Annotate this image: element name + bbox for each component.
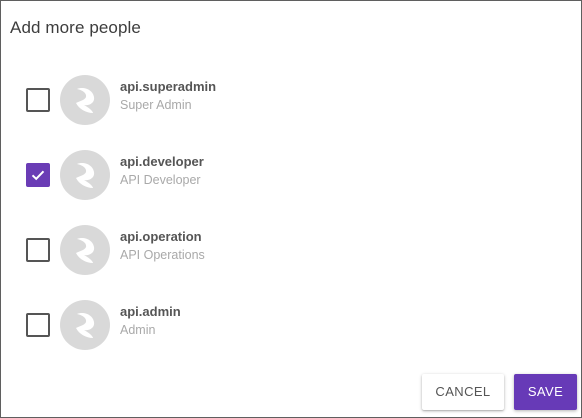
user-avatar-icon (76, 237, 95, 263)
user-avatar-icon (76, 162, 95, 188)
person-row-developer[interactable]: api.developer API Developer (1, 136, 581, 211)
checkbox-developer[interactable] (26, 163, 50, 187)
user-avatar-icon (76, 87, 95, 113)
check-icon (31, 170, 45, 181)
person-role: Super Admin (120, 98, 192, 112)
checkbox-operation[interactable] (26, 238, 50, 262)
user-avatar-icon (76, 312, 95, 338)
avatar (60, 75, 110, 125)
checkbox-admin[interactable] (26, 313, 50, 337)
person-row-operation[interactable]: api.operation API Operations (1, 211, 581, 286)
person-row-superadmin[interactable]: api.superadmin Super Admin (1, 61, 581, 136)
person-username: api.developer (120, 154, 204, 169)
avatar (60, 150, 110, 200)
person-username: api.superadmin (120, 79, 217, 94)
person-row-admin[interactable]: api.admin Admin (1, 286, 581, 361)
dialog-title: Add more people (10, 18, 141, 37)
person-username: api.operation (120, 229, 202, 244)
person-username: api.admin (120, 304, 181, 319)
person-role: API Developer (120, 173, 201, 187)
avatar (60, 300, 110, 350)
avatar (60, 225, 110, 275)
save-button[interactable]: SAVE (514, 374, 577, 410)
person-role: API Operations (120, 248, 205, 262)
cancel-button[interactable]: CANCEL (422, 374, 504, 410)
add-people-dialog: Add more people api.superadmin Super Adm… (0, 0, 582, 418)
checkbox-superadmin[interactable] (26, 88, 50, 112)
person-role: Admin (120, 323, 156, 337)
